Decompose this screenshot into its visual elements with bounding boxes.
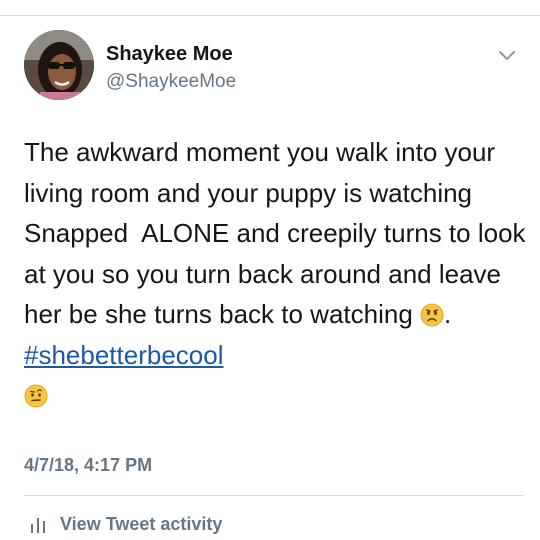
face-with-raised-eyebrow-emoji [24, 379, 48, 408]
bottom-divider [24, 495, 524, 496]
avatar[interactable] [24, 30, 94, 100]
hashtag-link[interactable]: #shebetterbecool [24, 340, 223, 370]
worried-face-emoji [420, 298, 444, 327]
avatar-photo [24, 30, 94, 100]
tweet-timestamp[interactable]: 4/7/18, 4:17 PM [24, 455, 152, 476]
bar-chart-icon [30, 515, 46, 533]
view-tweet-activity-label: View Tweet activity [60, 513, 223, 534]
author-handle[interactable]: @ShaykeeMoe [106, 71, 236, 93]
tweet-header: Shaykee Moe @ShaykeeMoe [24, 30, 526, 104]
top-divider [0, 15, 540, 16]
tweet-text: The awkward moment you walk into your li… [24, 132, 529, 416]
view-tweet-activity-button[interactable]: View Tweet activity [24, 511, 222, 537]
author-name[interactable]: Shaykee Moe [106, 43, 233, 66]
chevron-down-icon[interactable] [496, 44, 518, 66]
tweet-text-punct: . [444, 299, 459, 329]
